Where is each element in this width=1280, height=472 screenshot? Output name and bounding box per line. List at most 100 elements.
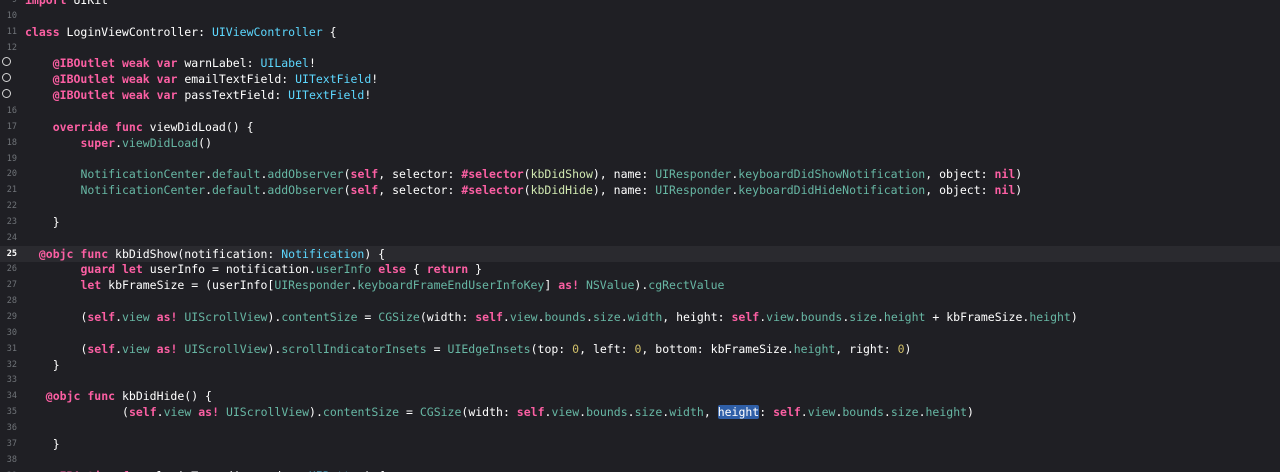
code-text[interactable]: import UIKit xyxy=(25,0,108,8)
code-token: ( xyxy=(122,405,129,420)
code-token: ( xyxy=(523,183,531,198)
code-token: func xyxy=(87,389,116,404)
code-text[interactable]: @objc func kbDidHide() { xyxy=(46,388,212,404)
code-line[interactable]: 12 xyxy=(0,40,1280,56)
code-text[interactable]: } xyxy=(53,357,60,373)
code-token: , height: xyxy=(662,310,732,324)
code-token: self xyxy=(731,310,760,324)
code-text[interactable]: (self.view as! UIScrollView).scrollIndic… xyxy=(80,341,911,357)
code-line[interactable]: 18 super.viewDidLoad() xyxy=(0,135,1280,151)
code-text[interactable]: override func viewDidLoad() { xyxy=(53,119,254,135)
code-token: UIScrollView xyxy=(225,405,310,420)
line-number: 12 xyxy=(6,42,17,53)
code-token: var xyxy=(156,88,178,103)
code-token: , left: xyxy=(579,341,635,356)
code-line[interactable]: @IBOutlet weak var passTextField: UIText… xyxy=(0,87,1280,103)
line-number: 9 xyxy=(11,0,17,5)
code-line[interactable]: 30 xyxy=(0,325,1280,341)
code-line[interactable]: 25 @objc func kbDidShow(notification: Not… xyxy=(0,245,1280,262)
code-text[interactable]: } xyxy=(53,436,60,452)
code-token: UIViewController xyxy=(211,24,323,39)
code-line[interactable]: 26 guard let userInfo = notification.user… xyxy=(0,261,1280,277)
code-token: (width: xyxy=(419,310,476,324)
code-token: . xyxy=(205,183,212,198)
code-token: , object: xyxy=(925,167,995,182)
code-token: height xyxy=(793,341,836,356)
code-line[interactable]: 24 xyxy=(0,230,1280,246)
code-line[interactable]: 16 xyxy=(0,103,1280,119)
code-line[interactable]: 10 xyxy=(0,8,1280,24)
code-token: . xyxy=(205,167,212,182)
code-token: } xyxy=(468,262,483,277)
code-text[interactable]: @IBOutlet weak var emailTextField: UITex… xyxy=(53,71,378,87)
code-token: keyboardDidHideNotification xyxy=(738,183,926,198)
code-token: , object: xyxy=(925,183,995,198)
code-token: self xyxy=(128,405,157,420)
outlet-connection-icon[interactable] xyxy=(2,89,11,99)
code-line[interactable]: 36 xyxy=(0,420,1280,436)
code-line[interactable]: 28 xyxy=(0,293,1280,309)
code-editor[interactable]: 9 import UIKit 10 11 class LoginViewControll… xyxy=(0,0,1280,472)
code-text[interactable]: guard let userInfo = notification.userIn… xyxy=(80,261,482,277)
code-token: { xyxy=(322,24,337,39)
code-token: bounds xyxy=(842,405,884,420)
code-token: = xyxy=(399,405,420,420)
code-token: Notification xyxy=(281,246,365,261)
line-number: 22 xyxy=(6,201,17,212)
line-number: 39 xyxy=(0,468,17,472)
code-text[interactable]: class LoginViewController: UIViewControl… xyxy=(25,24,337,40)
code-line[interactable]: 31 (self.view as! UIScrollView).scrollInd… xyxy=(0,341,1280,357)
code-line[interactable]: 19 xyxy=(0,151,1280,167)
code-line[interactable]: 23} xyxy=(0,214,1280,230)
code-line[interactable]: 20 NotificationCenter.default.addObserver… xyxy=(0,166,1280,182)
code-token: ), name: xyxy=(592,167,656,182)
code-text[interactable]: NotificationCenter.default.addObserver(s… xyxy=(80,182,1022,198)
code-line[interactable]: 29 (self.view as! UIScrollView).contentSi… xyxy=(0,309,1280,325)
code-text[interactable]: NotificationCenter.default.addObserver(s… xyxy=(80,166,1022,182)
code-token: kbFrameSize = (userInfo[ xyxy=(101,278,275,293)
code-token: viewDidLoad() { xyxy=(142,119,254,134)
outlet-connection-icon[interactable] xyxy=(2,57,11,67)
code-token: + kbFrameSize. xyxy=(925,310,1030,324)
code-line[interactable]: 21 NotificationCenter.default.addObserver… xyxy=(0,182,1280,198)
code-text[interactable]: let kbFrameSize = (userInfo[UIResponder.… xyxy=(80,277,724,293)
code-token: self xyxy=(87,341,116,356)
code-text[interactable]: super.viewDidLoad() xyxy=(80,135,212,151)
code-text[interactable]: (self.view as! UIScrollView).contentSize… xyxy=(122,404,974,420)
code-line[interactable]: 33 xyxy=(0,372,1280,388)
code-token: let xyxy=(122,262,143,277)
code-token: (top: xyxy=(530,341,573,356)
code-line[interactable]: 9 import UIKit xyxy=(0,0,1280,8)
code-line[interactable]: 22 xyxy=(0,198,1280,214)
code-token: nil xyxy=(994,183,1016,198)
code-line[interactable]: 27 let kbFrameSize = (userInfo[UIResponde… xyxy=(0,277,1280,293)
code-token: ] xyxy=(544,278,559,293)
code-text[interactable]: } xyxy=(53,214,60,230)
code-line[interactable]: 35 (self.view as! UIScrollView).contentSi… xyxy=(0,404,1280,420)
code-token: (width: xyxy=(461,405,517,420)
code-line[interactable]: 17 override func viewDidLoad() { xyxy=(0,119,1280,135)
code-text[interactable]: @objc func kbDidShow(notification: Notif… xyxy=(39,246,385,262)
code-token: } xyxy=(52,357,60,372)
code-line[interactable]: 32} xyxy=(0,357,1280,373)
code-line[interactable]: @IBOutlet weak var warnLabel: UILabel! xyxy=(0,55,1280,71)
code-line[interactable]: 37} xyxy=(0,436,1280,452)
code-text[interactable]: @IBAction func loginTapped(_ sender: UIB… xyxy=(53,468,385,472)
code-token: ). xyxy=(267,341,282,356)
outlet-connection-icon[interactable] xyxy=(2,73,11,83)
code-text[interactable]: @IBOutlet weak var passTextField: UIText… xyxy=(53,87,372,103)
code-line[interactable]: 11 class LoginViewController: UIViewContr… xyxy=(0,24,1280,40)
code-token: contentSize xyxy=(281,310,358,324)
code-token: func xyxy=(115,119,143,134)
code-line[interactable]: @IBOutlet weak var emailTextField: UITex… xyxy=(0,71,1280,87)
code-text[interactable]: @IBOutlet weak var warnLabel: UILabel! xyxy=(53,55,316,71)
code-line[interactable]: 34 @objc func kbDidHide() { xyxy=(0,388,1280,404)
code-token: UITextField xyxy=(288,88,365,103)
code-line[interactable]: 39 @IBAction func loginTapped(_ sender: U… xyxy=(0,468,1280,472)
code-line[interactable]: 38 xyxy=(0,452,1280,468)
code-token: default xyxy=(212,167,261,182)
line-number: 29 xyxy=(6,312,17,322)
line-number: 11 xyxy=(6,26,17,37)
code-text[interactable]: (self.view as! UIScrollView).contentSize… xyxy=(80,309,1077,325)
code-token: UIScrollView xyxy=(184,341,268,356)
